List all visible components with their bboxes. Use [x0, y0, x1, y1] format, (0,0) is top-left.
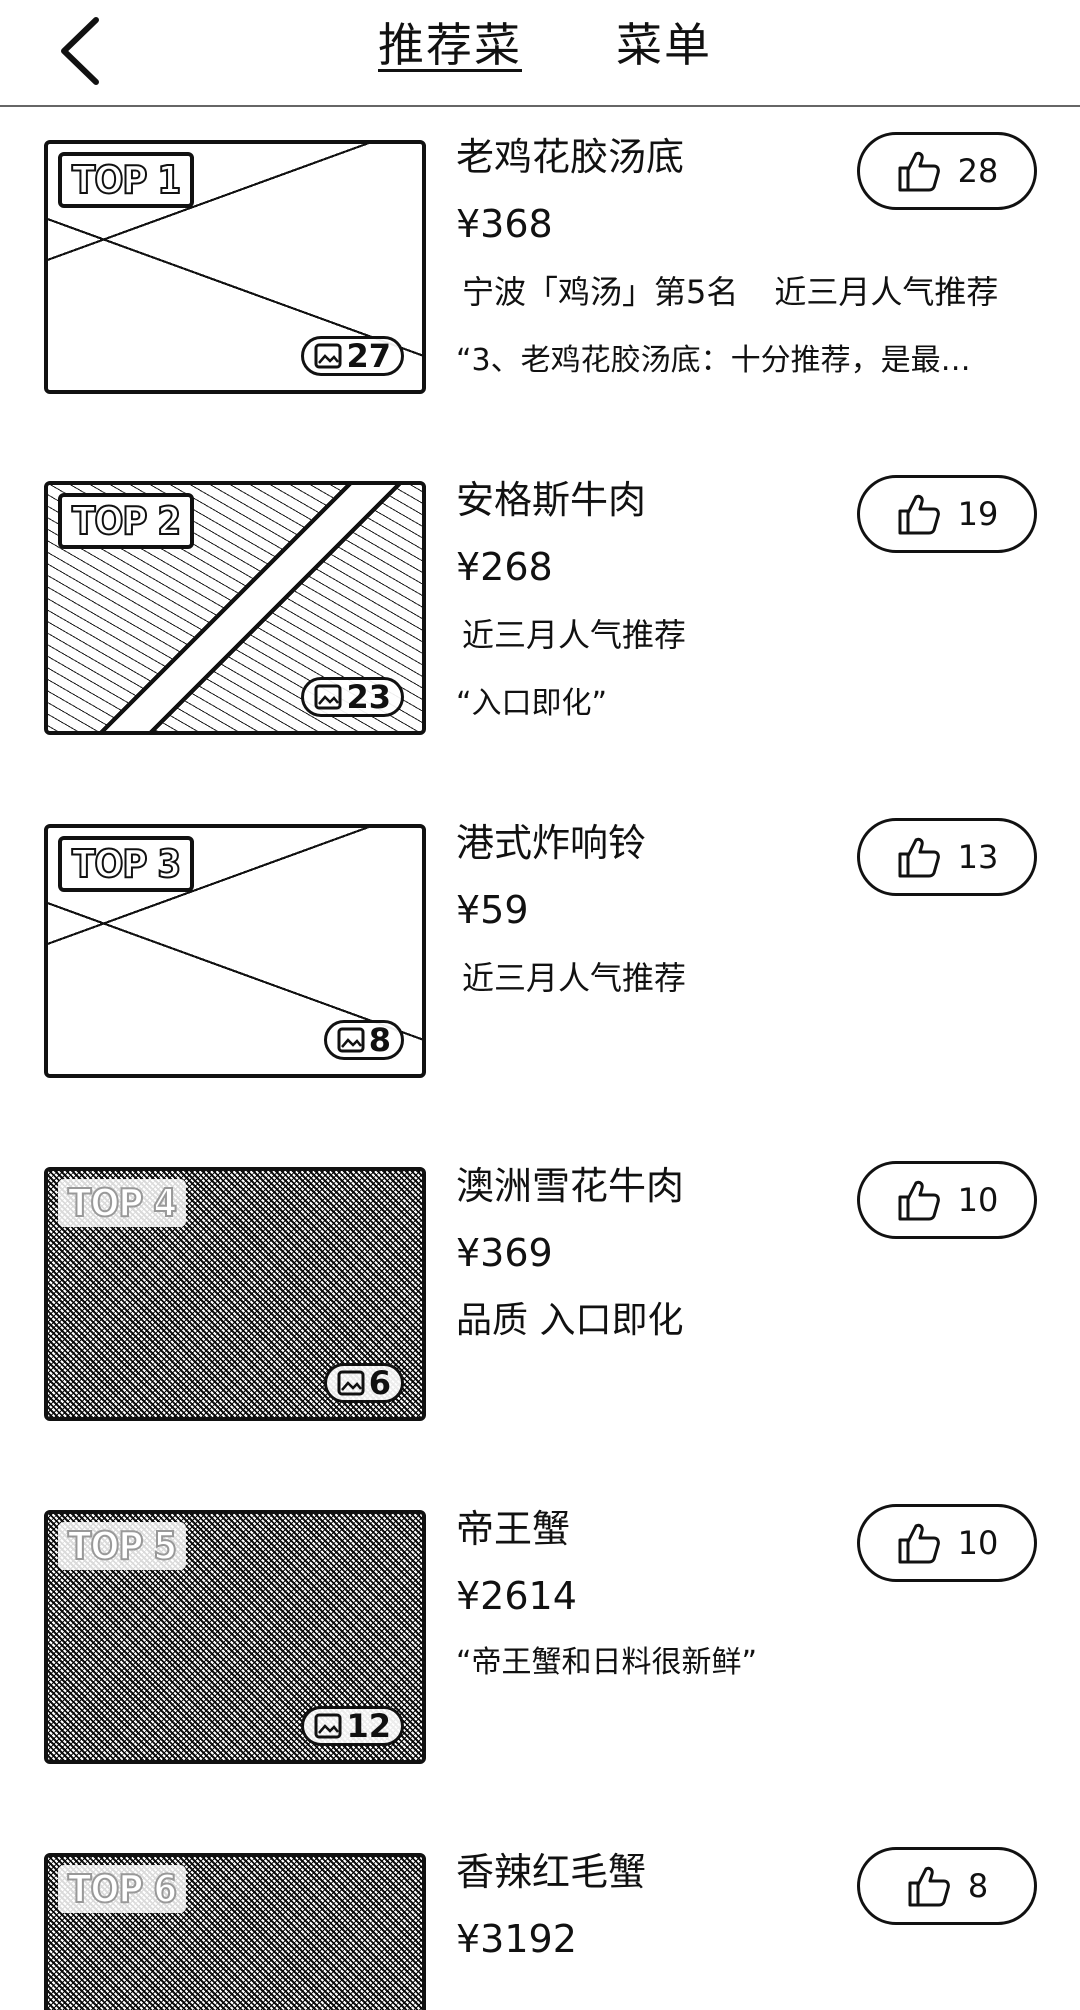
dish-name[interactable]: 老鸡花胶汤底 [456, 130, 684, 184]
photo-count-value: 27 [346, 337, 391, 375]
rank-badge: TOP 2 [58, 493, 195, 549]
like-count: 19 [957, 495, 999, 533]
thumbs-up-icon [898, 1523, 940, 1564]
dish-price: ¥2614 [456, 1574, 577, 1618]
like-button[interactable]: 13 [857, 818, 1037, 896]
dish-photo[interactable]: TOP 3 8 [44, 824, 426, 1078]
like-count: 10 [957, 1181, 999, 1219]
dish-tags: 近三月人气推荐 [462, 954, 686, 1002]
rank-badge: TOP 4 [58, 1179, 187, 1227]
photo-count-badge: 27 [301, 336, 404, 376]
dish-tag: 近三月人气推荐 [774, 273, 999, 311]
tab-recommended-dishes[interactable]: 推荐菜 [378, 14, 522, 76]
image-icon [337, 1027, 365, 1053]
dish-price: ¥368 [456, 202, 553, 246]
thumbs-up-icon [898, 494, 940, 535]
like-count: 13 [957, 838, 999, 876]
like-count: 8 [967, 1867, 989, 1905]
photo-count-value: 8 [368, 1021, 391, 1059]
photo-count-value: 6 [368, 1364, 391, 1402]
dish-name[interactable]: 香辣红毛蟹 [456, 1845, 646, 1899]
dish-price: ¥3192 [456, 1917, 577, 1961]
dish-photo[interactable]: TOP 5 12 [44, 1510, 426, 1764]
dish-item[interactable]: TOP 5 12 帝王蟹 ¥2614 “帝王蟹和日料很新鲜” 10 [0, 1502, 1080, 1802]
thumbs-up-icon [908, 1866, 950, 1907]
dish-photo[interactable]: TOP 2 23 [44, 481, 426, 735]
thumbs-up-icon [898, 151, 940, 192]
chevron-left-icon [61, 17, 99, 85]
dish-price: ¥59 [456, 888, 529, 932]
dish-review-quote: “入口即化” [456, 686, 608, 721]
thumbs-up-icon [898, 1180, 940, 1221]
dish-review-quote: “帝王蟹和日料很新鲜” [456, 1645, 758, 1680]
photo-count-badge: 23 [301, 677, 404, 717]
like-button[interactable]: 8 [857, 1847, 1037, 1925]
dish-item[interactable]: TOP 3 8 港式炸响铃 ¥59 近三月人气推荐 13 [0, 816, 1080, 1116]
dish-tags: 近三月人气推荐 [462, 611, 686, 659]
dish-photo[interactable]: TOP 1 27 [44, 140, 426, 394]
dish-name[interactable]: 港式炸响铃 [456, 816, 646, 870]
back-button[interactable] [40, 6, 120, 96]
photo-count-value: 23 [346, 678, 391, 716]
rank-badge: TOP 3 [58, 836, 195, 892]
dish-name[interactable]: 安格斯牛肉 [456, 473, 646, 527]
dish-item[interactable]: TOP 1 27 老鸡花胶汤底 ¥368 宁波「鸡汤」第5名 近三月人气推荐 “3… [0, 130, 1080, 430]
dish-price: ¥268 [456, 545, 553, 589]
like-count: 10 [957, 1524, 999, 1562]
dish-price: ¥369 [456, 1231, 553, 1275]
dish-review-quote: “3、老鸡花胶汤底：十分推荐，是最… [456, 343, 971, 378]
dish-tags: 品质 入口即化 [456, 1297, 683, 1345]
like-button[interactable]: 19 [857, 475, 1037, 553]
photo-count-badge: 6 [323, 1363, 404, 1403]
dish-tag: 品质 入口即化 [456, 1300, 684, 1341]
photo-count-value: 12 [346, 1707, 391, 1745]
dish-photo[interactable]: TOP 4 6 [44, 1167, 426, 1421]
rank-badge: TOP 6 [58, 1865, 187, 1913]
like-button[interactable]: 10 [857, 1504, 1037, 1582]
photo-count-badge: 8 [323, 1020, 404, 1060]
like-button[interactable]: 28 [857, 132, 1037, 210]
dish-item[interactable]: TOP 6 香辣红毛蟹 ¥3192 8 [0, 1845, 1080, 2010]
image-icon [314, 1713, 342, 1739]
like-count: 28 [957, 152, 999, 190]
dish-item[interactable]: TOP 4 6 澳洲雪花牛肉 ¥369 品质 入口即化 10 [0, 1159, 1080, 1459]
tab-menu[interactable]: 菜单 [616, 14, 712, 76]
dish-tag: 近三月人气推荐 [462, 616, 687, 654]
dish-tags: 宁波「鸡汤」第5名 近三月人气推荐 [462, 268, 998, 316]
image-icon [337, 1370, 365, 1396]
image-icon [314, 343, 342, 369]
photo-count-badge: 12 [301, 1706, 404, 1746]
image-icon [314, 684, 342, 710]
dish-name[interactable]: 帝王蟹 [456, 1502, 570, 1556]
dish-item[interactable]: TOP 2 23 安格斯牛肉 ¥268 近三月人气推荐 “入口即化” 19 [0, 473, 1080, 773]
dish-photo[interactable]: TOP 6 [44, 1853, 426, 2010]
dish-tag: 宁波「鸡汤」第5名 [462, 273, 739, 311]
dish-name[interactable]: 澳洲雪花牛肉 [456, 1159, 684, 1213]
thumbs-up-icon [898, 837, 940, 878]
rank-badge: TOP 5 [58, 1522, 187, 1570]
like-button[interactable]: 10 [857, 1161, 1037, 1239]
dish-tag: 近三月人气推荐 [462, 959, 687, 997]
rank-badge: TOP 1 [58, 152, 195, 208]
top-nav-bar: 推荐菜 菜单 [0, 0, 1080, 107]
